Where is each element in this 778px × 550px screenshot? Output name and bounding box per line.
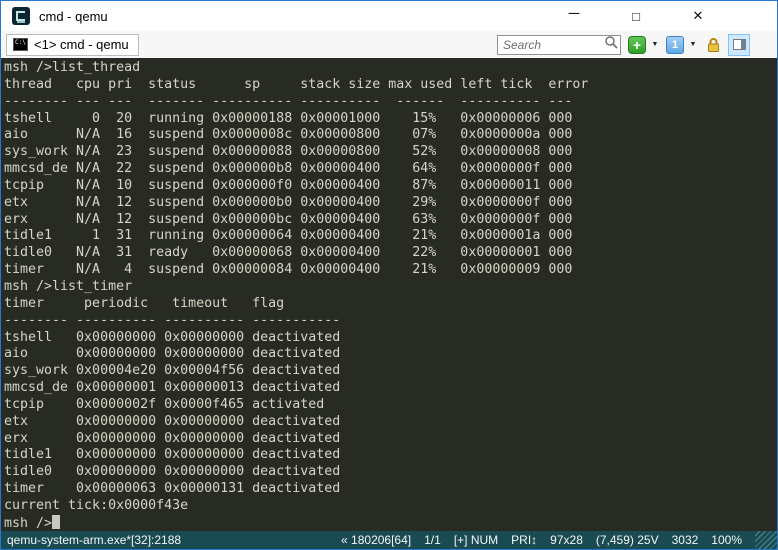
terminal-line: aio N/A 16 suspend 0x0000008c 0x00000800… [4, 127, 777, 144]
new-console-dropdown[interactable]: ▼ [649, 35, 661, 55]
statusbar-item: 3032 [672, 533, 699, 547]
statusbar-item: « 180206[64] [341, 533, 411, 547]
terminal-line: sys_work N/A 23 suspend 0x00000088 0x000… [4, 144, 777, 161]
terminal-line: tidle1 0x00000000 0x00000000 deactivated [4, 447, 777, 464]
terminal-line: mmcsd_de 0x00000001 0x00000013 deactivat… [4, 380, 777, 397]
statusbar-item: 1/1 [424, 533, 441, 547]
terminal-line: sys_work 0x00004e20 0x00004f56 deactivat… [4, 363, 777, 380]
terminal-line: erx 0x00000000 0x00000000 deactivated [4, 431, 777, 448]
terminal-line: mmcsd_de N/A 22 suspend 0x000000b8 0x000… [4, 161, 777, 178]
cmd-prompt-icon: C:\ [13, 38, 28, 51]
close-button[interactable]: ✕ [667, 2, 729, 30]
statusbar-item: PRI↕ [511, 533, 537, 547]
terminal-line: tidle0 0x00000000 0x00000000 deactivated [4, 464, 777, 481]
statusbar-item: (7,459) 25V [596, 533, 659, 547]
console-list-dropdown[interactable]: ▼ [687, 35, 699, 55]
statusbar-process: qemu-system-arm.exe*[32]:2188 [7, 533, 181, 547]
terminal-line: msh /> [4, 515, 777, 531]
panel-icon [733, 39, 746, 50]
window-title: cmd - qemu [39, 9, 108, 24]
terminal-line: tidle1 1 31 running 0x00000064 0x0000040… [4, 228, 777, 245]
search-icon[interactable] [604, 35, 618, 54]
minimize-button[interactable]: ─ [543, 2, 605, 30]
titlebar: cmd - qemu ─ □ ✕ [1, 1, 777, 31]
statusbar-item: [+] NUM [454, 533, 498, 547]
terminal-line: tcpip 0x0000002f 0x0000f465 activated [4, 397, 777, 414]
tab-label: <1> cmd - qemu [34, 37, 129, 52]
terminal-line: -------- ---------- ---------- ---------… [4, 313, 777, 330]
plus-icon: + [633, 38, 641, 52]
terminal-line: tshell 0 20 running 0x00000188 0x0000100… [4, 111, 777, 128]
lock-icon[interactable] [704, 35, 722, 55]
terminal-line: etx N/A 12 suspend 0x000000b0 0x00000400… [4, 195, 777, 212]
search-input[interactable] [503, 38, 604, 52]
statusbar-item: 100% [711, 533, 742, 547]
new-console-button[interactable]: + [628, 36, 646, 54]
conemu-logo-icon [12, 7, 30, 25]
search-box [497, 35, 621, 55]
main-menu-button[interactable] [754, 35, 770, 55]
terminal-line: erx N/A 12 suspend 0x000000bc 0x00000400… [4, 212, 777, 229]
terminal-screen[interactable]: msh />list_threadthread cpu pri status s… [1, 58, 777, 531]
chevron-down-icon: ▼ [652, 41, 659, 48]
chevron-down-icon: ▼ [690, 41, 697, 48]
tab-cmd-qemu[interactable]: C:\ <1> cmd - qemu [6, 34, 139, 56]
statusbar: qemu-system-arm.exe*[32]:2188 « 180206[6… [1, 531, 777, 549]
terminal-line: current tick:0x0000f43e [4, 498, 777, 515]
terminal-line: thread cpu pri status sp stack size max … [4, 77, 777, 94]
terminal-line: aio 0x00000000 0x00000000 deactivated [4, 346, 777, 363]
sidebar-toggle-button[interactable] [728, 34, 750, 56]
terminal-line: timer periodic timeout flag [4, 296, 777, 313]
maximize-button[interactable]: □ [605, 2, 667, 30]
statusbar-item: 97x28 [550, 533, 583, 547]
terminal-line: -------- --- --- ------- ---------- ----… [4, 94, 777, 111]
terminal-line: tshell 0x00000000 0x00000000 deactivated [4, 330, 777, 347]
statusbar-items: « 180206[64] 1/1 [+] NUM PRI↕ 97x28 (7,459) 2… [341, 533, 755, 547]
terminal-cursor [52, 515, 60, 529]
app-window: cmd - qemu ─ □ ✕ C:\ <1> cmd - qemu + [0, 0, 778, 550]
terminal-line: msh />list_timer [4, 279, 777, 296]
console-number: 1 [672, 39, 678, 51]
terminal-line: timer N/A 4 suspend 0x00000084 0x0000040… [4, 262, 777, 279]
terminal-line: tidle0 N/A 31 ready 0x00000068 0x0000040… [4, 245, 777, 262]
window-controls: ─ □ ✕ [543, 2, 729, 30]
terminal-line: tcpip N/A 10 suspend 0x000000f0 0x000004… [4, 178, 777, 195]
resize-grip-icon[interactable] [755, 531, 777, 549]
terminal-line: etx 0x00000000 0x00000000 deactivated [4, 414, 777, 431]
terminal-line: timer 0x00000063 0x00000131 deactivated [4, 481, 777, 498]
active-console-button[interactable]: 1 [666, 36, 684, 54]
tab-toolbar: C:\ <1> cmd - qemu + ▼ 1 ▼ [1, 31, 777, 58]
terminal-line: msh />list_thread [4, 60, 777, 77]
